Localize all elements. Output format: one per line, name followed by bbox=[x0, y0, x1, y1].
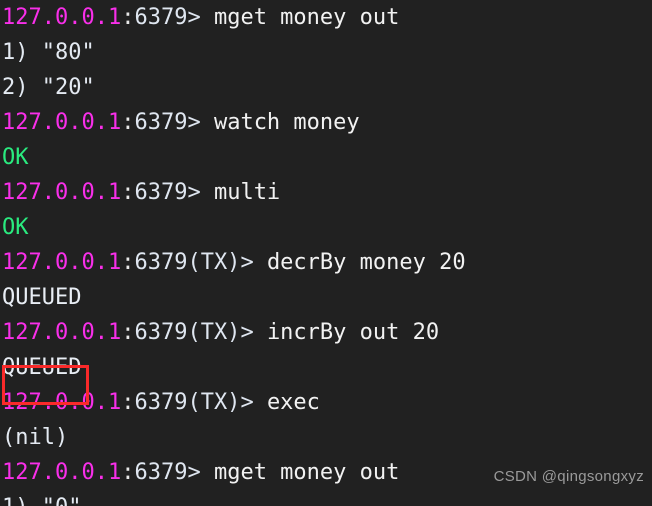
terminal-prompt-line: 127.0.0.1:6379> multi bbox=[0, 175, 652, 210]
prompt-arrow: > bbox=[240, 320, 267, 345]
prompt-port-tx: 6379(TX) bbox=[134, 250, 241, 275]
terminal-nil-line: (nil) bbox=[0, 420, 652, 455]
prompt-host: 127.0.0.1 bbox=[2, 320, 122, 345]
queued-text: QUEUED bbox=[2, 355, 82, 380]
prompt-port: 6379 bbox=[134, 180, 188, 205]
terminal-command-text: multi bbox=[213, 180, 281, 205]
terminal-status-line: OK bbox=[0, 210, 652, 245]
prompt-arrow: > bbox=[187, 5, 214, 30]
terminal-prompt-line: 127.0.0.1:6379> watch money bbox=[0, 105, 652, 140]
prompt-host: 127.0.0.1 bbox=[2, 5, 122, 30]
terminal-command-text: watch money bbox=[213, 110, 360, 135]
prompt-colon: : bbox=[121, 180, 135, 205]
prompt-host: 127.0.0.1 bbox=[2, 250, 122, 275]
prompt-port: 6379 bbox=[134, 110, 188, 135]
terminal-prompt-line: 127.0.0.1:6379(TX)> exec bbox=[0, 385, 652, 420]
prompt-arrow: > bbox=[240, 250, 267, 275]
prompt-arrow: > bbox=[187, 180, 214, 205]
terminal-prompt-line: 127.0.0.1:6379> mget money out bbox=[0, 0, 652, 35]
prompt-arrow: > bbox=[240, 390, 267, 415]
prompt-port: 6379 bbox=[134, 5, 188, 30]
status-ok-text: OK bbox=[2, 215, 29, 240]
terminal-queued-line: QUEUED bbox=[0, 280, 652, 315]
status-ok-text: OK bbox=[2, 145, 29, 170]
prompt-colon: : bbox=[121, 390, 135, 415]
prompt-colon: : bbox=[121, 250, 135, 275]
prompt-host: 127.0.0.1 bbox=[2, 390, 122, 415]
terminal-reply-line: 2) "20" bbox=[0, 70, 652, 105]
prompt-colon: : bbox=[121, 460, 135, 485]
queued-text: QUEUED bbox=[2, 285, 82, 310]
terminal-reply-line: 1) "80" bbox=[0, 35, 652, 70]
prompt-port-tx: 6379(TX) bbox=[134, 320, 241, 345]
reply-value: "80" bbox=[41, 40, 95, 65]
prompt-port-tx: 6379(TX) bbox=[134, 390, 241, 415]
prompt-port: 6379 bbox=[134, 460, 188, 485]
prompt-host: 127.0.0.1 bbox=[2, 180, 122, 205]
prompt-colon: : bbox=[121, 110, 135, 135]
terminal-status-line: OK bbox=[0, 140, 652, 175]
prompt-colon: : bbox=[121, 320, 135, 345]
nil-reply-text: (nil) bbox=[2, 425, 69, 450]
prompt-host: 127.0.0.1 bbox=[2, 460, 122, 485]
watermark-text: CSDN @qingsongxyz bbox=[493, 468, 644, 485]
terminal-command-text: incrBy out 20 bbox=[266, 320, 440, 345]
terminal-command-text: mget money out bbox=[213, 5, 400, 30]
reply-index: 1) bbox=[2, 495, 42, 506]
terminal-command-text: decrBy money 20 bbox=[266, 250, 466, 275]
reply-index: 2) bbox=[2, 75, 42, 100]
prompt-host: 127.0.0.1 bbox=[2, 110, 122, 135]
reply-index: 1) bbox=[2, 40, 42, 65]
terminal-queued-line: QUEUED bbox=[0, 350, 652, 385]
terminal-command-text: exec bbox=[266, 390, 320, 415]
prompt-arrow: > bbox=[187, 460, 214, 485]
terminal-prompt-line: 127.0.0.1:6379(TX)> decrBy money 20 bbox=[0, 245, 652, 280]
prompt-arrow: > bbox=[187, 110, 214, 135]
terminal-output: 127.0.0.1:6379> mget money out 1) "80" 2) … bbox=[0, 0, 652, 506]
prompt-colon: : bbox=[121, 5, 135, 30]
reply-value: "20" bbox=[41, 75, 95, 100]
reply-value: "0" bbox=[42, 495, 82, 506]
terminal-prompt-line: 127.0.0.1:6379(TX)> incrBy out 20 bbox=[0, 315, 652, 350]
terminal-command-text: mget money out bbox=[213, 460, 400, 485]
redis-cli-terminal[interactable]: 127.0.0.1:6379> mget money out 1) "80" 2) … bbox=[0, 0, 652, 506]
